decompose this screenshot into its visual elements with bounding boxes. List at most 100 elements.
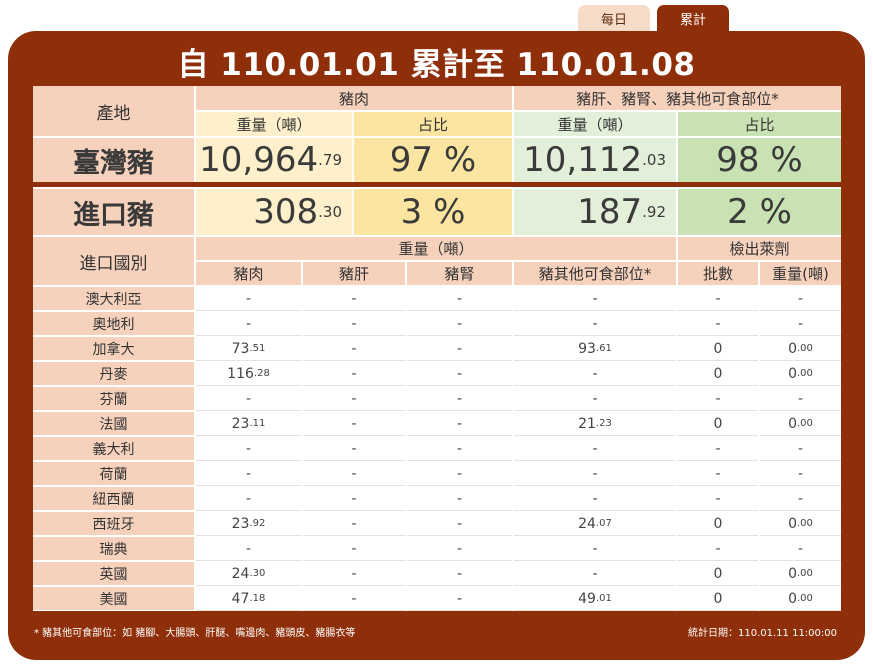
other-weight-decimal: .07 — [595, 518, 612, 529]
other-weight-decimal: .23 — [595, 418, 612, 429]
country-name: 澳大利亞 — [33, 287, 194, 311]
other-weight-decimal: .01 — [595, 593, 612, 604]
col-liver: 豬肝 — [303, 262, 405, 285]
rac-weight: - — [760, 462, 841, 486]
rac-batches: - — [678, 437, 758, 461]
other-weight: - — [514, 537, 676, 561]
other-weight-decimal: .61 — [595, 343, 612, 354]
other-weight-value: 93 — [578, 340, 596, 357]
other-weight: - — [514, 312, 676, 336]
rac-weight-value: 0 — [788, 590, 797, 607]
table-row: 英國 24.30- - -0 0.00 — [33, 562, 841, 586]
rac-weight-value: 0 — [788, 515, 797, 532]
imported-offal-weight: 187.92 — [514, 189, 676, 235]
country-name-value: 瑞典 — [99, 541, 128, 558]
rac-batches: - — [678, 537, 758, 561]
pork-weight-value: - — [245, 490, 252, 507]
pork-weight-value: 47 — [231, 590, 250, 607]
kidney-weight: - — [407, 437, 512, 461]
liver-weight-value: - — [351, 490, 357, 507]
country-name-value: 法國 — [99, 416, 128, 433]
imported-pork-weight: 308.30 — [196, 189, 352, 235]
rac-weight-value: - — [797, 440, 804, 457]
stats-table: 產地 豬肉 豬肝、豬腎、豬其他可食部位* 重量（噸） 占比 重量（噸） 占比 臺… — [33, 86, 841, 611]
pork-weight: - — [196, 537, 301, 561]
pork-weight-value: - — [245, 290, 252, 307]
rac-batches-value: - — [715, 440, 721, 457]
pork-weight: 23.11 — [196, 412, 301, 436]
liver-weight-value: - — [351, 540, 357, 557]
other-weight-value: - — [592, 490, 598, 507]
pork-share-header: 占比 — [354, 112, 512, 136]
rac-weight-value: - — [797, 465, 804, 482]
rac-batches: - — [678, 287, 758, 311]
pork-weight: 24.30 — [196, 562, 301, 586]
imported-offal-share: 2 % — [678, 189, 841, 235]
pork-weight-value: 73 — [231, 340, 250, 357]
country-name-value: 紐西蘭 — [92, 491, 135, 508]
rac-weight: 0.00 — [760, 362, 841, 386]
pork-weight-value: - — [245, 315, 252, 332]
table-row: 美國 47.18- -49.01 0 0.00 — [33, 587, 841, 611]
rac-weight: - — [760, 487, 841, 511]
kidney-weight-value: - — [456, 565, 463, 582]
pork-weight-value: - — [245, 390, 252, 407]
liver-weight-value: - — [351, 465, 357, 482]
taiwan-offal-share: 98 % — [678, 138, 841, 182]
pork-weight-decimal: .18 — [249, 593, 266, 604]
liver-weight: - — [303, 362, 405, 386]
liver-weight: - — [303, 337, 405, 361]
rac-batches-value: 0 — [713, 515, 723, 532]
rac-batches-value: - — [715, 540, 721, 557]
liver-weight-value: - — [351, 590, 357, 607]
stat-date: 統計日期：110.01.11 11:00:00 — [688, 628, 837, 639]
pork-weight: - — [196, 387, 301, 411]
country-name-value: 西班牙 — [92, 516, 135, 533]
tab-cumulative[interactable]: 累計 — [657, 5, 729, 32]
kidney-weight: - — [407, 512, 512, 536]
liver-weight-value: - — [351, 315, 357, 332]
rac-weight-decimal: .00 — [797, 568, 813, 579]
liver-weight-value: - — [351, 440, 357, 457]
liver-weight-value: - — [351, 340, 357, 357]
pork-weight-decimal: .11 — [249, 418, 266, 429]
liver-weight: - — [303, 537, 405, 561]
col-rac-weight: 重量(噸) — [760, 262, 841, 285]
other-weight: - — [514, 487, 676, 511]
ractopamine-header: 檢出萊劑 — [678, 237, 841, 260]
country-name-value: 丹麥 — [99, 366, 128, 383]
other-weight-value: - — [592, 440, 598, 457]
liver-weight-value: - — [351, 565, 357, 582]
offal-group-header: 豬肝、豬腎、豬其他可食部位* — [514, 86, 841, 110]
other-weight: 93.61 — [514, 337, 676, 361]
kidney-weight: - — [407, 412, 512, 436]
kidney-weight-value: - — [456, 365, 463, 382]
kidney-weight: - — [407, 387, 512, 411]
rac-weight: 0.00 — [760, 587, 841, 611]
view-tabs: 每日 累計 — [578, 5, 729, 32]
pork-weight-value: 23 — [231, 415, 250, 432]
rac-weight-value: - — [797, 390, 804, 407]
rac-weight: 0.00 — [760, 562, 841, 586]
other-weight-value: - — [592, 365, 598, 382]
pork-weight-decimal: .51 — [249, 343, 266, 354]
country-name: 紐西蘭 — [33, 487, 194, 511]
pork-weight-value: 23 — [231, 515, 250, 532]
country-name-value: 美國 — [99, 591, 128, 608]
kidney-weight-value: - — [456, 590, 463, 607]
other-weight: - — [514, 562, 676, 586]
country-weight-header: 重量（噸） — [196, 237, 676, 260]
rac-batches-value: 0 — [713, 340, 723, 357]
liver-weight: - — [303, 412, 405, 436]
other-weight: - — [514, 462, 676, 486]
liver-weight-value: - — [351, 290, 357, 307]
rac-weight: - — [760, 312, 841, 336]
other-weight-value: - — [592, 465, 598, 482]
pork-weight-decimal: .28 — [253, 368, 270, 379]
country-name: 加拿大 — [33, 337, 194, 361]
tab-daily[interactable]: 每日 — [578, 5, 650, 32]
taiwan-pork-weight: 10,964.79 — [196, 138, 352, 182]
kidney-weight: - — [407, 337, 512, 361]
rac-weight: - — [760, 537, 841, 561]
pork-weight-value: - — [245, 440, 252, 457]
